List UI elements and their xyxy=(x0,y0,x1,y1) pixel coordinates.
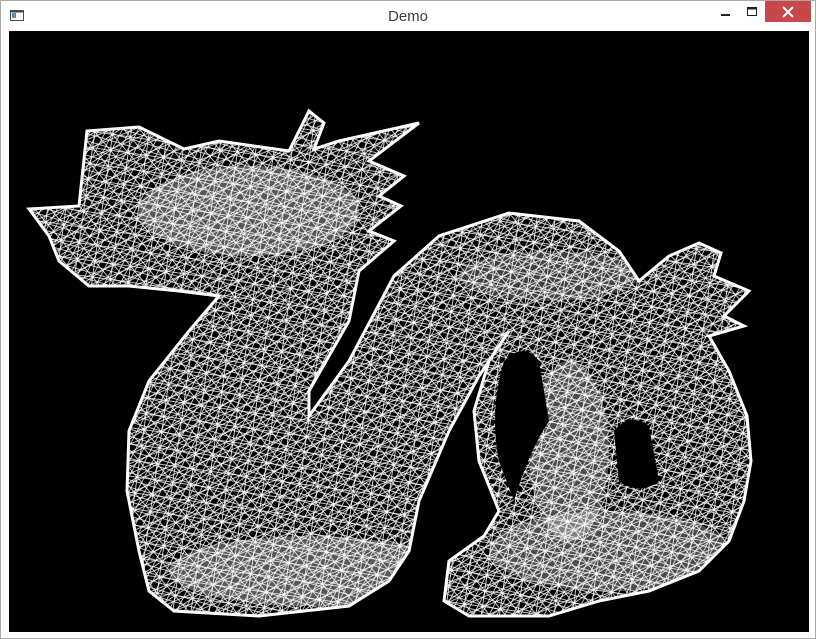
minimize-icon xyxy=(721,13,730,16)
demo-window: Demo xyxy=(0,0,816,639)
maximize-icon xyxy=(746,6,757,16)
window-title: Demo xyxy=(387,8,428,25)
render-viewport[interactable] xyxy=(9,31,809,632)
dragon-wireframe-mesh xyxy=(27,109,753,618)
minimize-button[interactable] xyxy=(713,1,739,22)
title-bar[interactable]: Demo xyxy=(1,1,815,31)
maximize-button[interactable] xyxy=(739,1,764,22)
close-button[interactable] xyxy=(765,1,811,22)
close-icon xyxy=(782,5,794,18)
